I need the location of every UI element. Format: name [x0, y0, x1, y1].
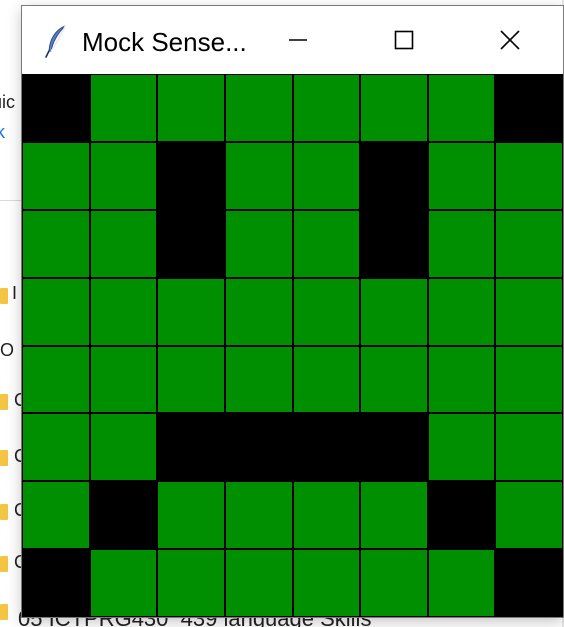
led-pixel-r0-c0: [22, 74, 90, 142]
led-pixel-r6-c7: [495, 481, 563, 550]
folder-icon: [0, 504, 8, 520]
led-pixel-r4-c2: [157, 345, 225, 414]
led-pixel-r5-c3: [224, 413, 293, 482]
led-pixel-r4-c7: [495, 345, 563, 414]
led-pixel-r6-c0: [22, 481, 90, 550]
folder-icon: [0, 604, 8, 620]
maximize-button[interactable]: [354, 6, 454, 74]
folder-icon: [0, 450, 8, 466]
led-pixel-r7-c5: [360, 549, 428, 617]
led-pixel-r0-c7: [495, 74, 563, 142]
led-pixel-r2-c6: [427, 209, 496, 278]
led-pixel-r5-c0: [22, 413, 90, 482]
led-pixel-r1-c0: [22, 141, 90, 210]
led-pixel-r0-c6: [427, 74, 496, 142]
folder-icon: [0, 288, 8, 304]
led-pixel-r2-c4: [292, 209, 361, 278]
led-pixel-r5-c6: [427, 413, 496, 482]
led-pixel-r3-c2: [157, 277, 225, 346]
led-pixel-r4-c6: [427, 345, 496, 414]
led-pixel-r1-c6: [427, 141, 496, 210]
led-pixel-r3-c5: [360, 277, 428, 346]
mock-sense-window: Mock Sense...: [22, 6, 563, 617]
led-pixel-r2-c1: [89, 209, 158, 278]
led-pixel-r1-c2: [157, 141, 225, 210]
led-pixel-r5-c7: [495, 413, 563, 482]
led-pixel-r1-c1: [89, 141, 158, 210]
minimize-button[interactable]: [248, 6, 348, 74]
led-pixel-r2-c7: [495, 209, 563, 278]
led-pixel-r4-c4: [292, 345, 361, 414]
led-pixel-r6-c1: [89, 481, 158, 550]
led-pixel-r1-c5: [360, 141, 428, 210]
led-pixel-r2-c5: [360, 209, 428, 278]
led-pixel-r6-c4: [292, 481, 361, 550]
led-pixel-r7-c0: [22, 549, 90, 617]
led-pixel-r6-c5: [360, 481, 428, 550]
led-pixel-r6-c2: [157, 481, 225, 550]
background-text-fragment: uic: [0, 92, 16, 112]
led-pixel-r3-c3: [224, 277, 293, 346]
led-pixel-r0-c1: [89, 74, 158, 142]
led-pixel-r5-c1: [89, 413, 158, 482]
led-pixel-r1-c3: [224, 141, 293, 210]
led-pixel-r7-c6: [427, 549, 496, 617]
led-pixel-r3-c0: [22, 277, 90, 346]
led-pixel-r4-c0: [22, 345, 90, 414]
led-pixel-r3-c4: [292, 277, 361, 346]
led-pixel-r0-c4: [292, 74, 361, 142]
title-bar[interactable]: Mock Sense...: [22, 6, 563, 74]
led-pixel-r7-c2: [157, 549, 225, 617]
led-pixel-r1-c4: [292, 141, 361, 210]
led-pixel-r3-c6: [427, 277, 496, 346]
minimize-icon: [289, 39, 307, 41]
close-icon: [500, 30, 520, 50]
window-title: Mock Sense...: [82, 27, 247, 57]
led-matrix-canvas: [22, 74, 563, 617]
led-pixel-r4-c5: [360, 345, 428, 414]
led-pixel-r0-c3: [224, 74, 293, 142]
led-pixel-r1-c7: [495, 141, 563, 210]
led-pixel-r0-c2: [157, 74, 225, 142]
led-pixel-r2-c2: [157, 209, 225, 278]
close-button[interactable]: [460, 6, 560, 74]
led-pixel-r7-c3: [224, 549, 293, 617]
led-pixel-r5-c2: [157, 413, 225, 482]
feather-icon: [45, 25, 66, 58]
led-pixel-r0-c5: [360, 74, 428, 142]
led-pixel-r2-c3: [224, 209, 293, 278]
background-text-fragment: O: [0, 340, 15, 360]
background-text-fragment: I: [12, 283, 18, 303]
led-pixel-r7-c1: [89, 549, 158, 617]
led-pixel-r7-c4: [292, 549, 361, 617]
led-pixel-r4-c3: [224, 345, 293, 414]
folder-icon: [0, 556, 8, 572]
led-pixel-r5-c5: [360, 413, 428, 482]
led-pixel-r6-c3: [224, 481, 293, 550]
led-pixel-r5-c4: [292, 413, 361, 482]
led-pixel-r3-c1: [89, 277, 158, 346]
led-pixel-r4-c1: [89, 345, 158, 414]
led-pixel-r6-c6: [427, 481, 496, 550]
folder-icon: [0, 394, 8, 410]
led-pixel-r3-c7: [495, 277, 563, 346]
led-pixel-r7-c7: [495, 549, 563, 617]
maximize-icon: [394, 30, 414, 50]
background-link-fragment: k: [0, 122, 5, 142]
background-divider: [0, 200, 22, 201]
led-pixel-r2-c0: [22, 209, 90, 278]
